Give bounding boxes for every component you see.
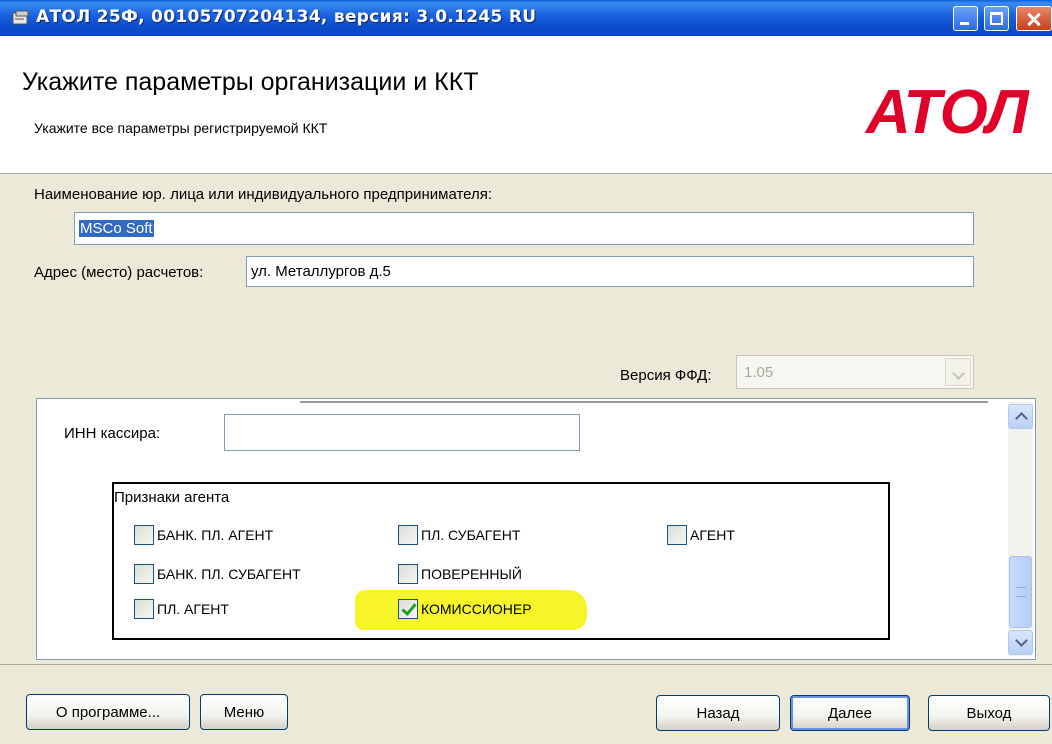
about-button[interactable]: О программе... (26, 694, 190, 730)
vertical-scrollbar[interactable] (1008, 402, 1033, 656)
divider (300, 401, 988, 403)
address-input[interactable]: ул. Металлургов д.5 (246, 256, 974, 287)
scrollbar-thumb[interactable] (1009, 556, 1032, 628)
checkbox-bank-pay-agent[interactable]: БАНК. ПЛ. АГЕНТ (134, 525, 273, 545)
checkbox-agent[interactable]: АГЕНТ (667, 525, 735, 545)
agent-group-title: Признаки агента (114, 489, 230, 506)
org-name-label: Наименование юр. лица или индивидуальног… (34, 186, 493, 203)
checkbox-label: ПОВЕРЕННЫЙ (421, 566, 522, 582)
footer-divider (0, 664, 1052, 665)
checkbox-box[interactable] (134, 599, 154, 619)
ffd-version-value: 1.05 (744, 363, 774, 381)
checkbox-box[interactable] (667, 525, 687, 545)
app-icon (12, 10, 29, 25)
checkbox-box[interactable] (398, 564, 418, 584)
cashier-inn-input[interactable] (224, 414, 580, 451)
checkbox-box[interactable] (134, 564, 154, 584)
page-title: Укажите параметры организации и ККТ (22, 68, 479, 96)
atol-logo: АТОЛ (866, 78, 1029, 147)
menu-button[interactable]: Меню (200, 694, 288, 730)
exit-button[interactable]: Выход (928, 695, 1050, 731)
maximize-button[interactable] (984, 6, 1009, 31)
checkbox-pay-agent[interactable]: ПЛ. АГЕНТ (134, 599, 229, 619)
org-name-input[interactable]: MSCo Soft (74, 212, 974, 245)
org-name-value: MSCo Soft (79, 220, 154, 237)
checkbox-attorney[interactable]: ПОВЕРЕННЫЙ (398, 564, 522, 584)
checkmark-icon[interactable] (398, 599, 418, 619)
ffd-version-select[interactable]: 1.05 (736, 355, 974, 389)
address-label: Адрес (место) расчетов: (34, 264, 204, 281)
checkbox-box[interactable] (398, 525, 418, 545)
close-button[interactable] (1016, 6, 1052, 31)
checkbox-label: БАНК. ПЛ. АГЕНТ (157, 527, 274, 543)
chevron-down-icon[interactable] (945, 358, 971, 386)
checkbox-box[interactable] (134, 525, 154, 545)
back-button[interactable]: Назад (656, 695, 780, 731)
scroll-up-icon[interactable] (1008, 404, 1033, 429)
minimize-button[interactable] (953, 6, 978, 31)
checkbox-bank-pay-subagent[interactable]: БАНК. ПЛ. СУБАГЕНТ (134, 564, 301, 584)
checkbox-label: ПЛ. АГЕНТ (157, 601, 229, 617)
ffd-version-label: Версия ФФД: (620, 367, 712, 384)
cashier-inn-label: ИНН кассира: (64, 425, 161, 442)
checkbox-label: БАНК. ПЛ. СУБАГЕНТ (157, 566, 301, 582)
scroll-down-icon[interactable] (1008, 630, 1033, 655)
window-title: АТОЛ 25Ф, 00105707204134, версия: 3.0.12… (36, 7, 537, 27)
checkbox-label: ПЛ. СУБАГЕНТ (421, 527, 521, 543)
checkbox-label: АГЕНТ (690, 527, 735, 543)
address-value: ул. Металлургов д.5 (251, 263, 391, 280)
checkbox-commission-agent[interactable]: КОМИССИОНЕР (398, 599, 532, 619)
checkbox-pay-subagent[interactable]: ПЛ. СУБАГЕНТ (398, 525, 520, 545)
next-button[interactable]: Далее (790, 695, 910, 731)
page-subtitle: Укажите все параметры регистрируемой ККТ (34, 120, 328, 136)
checkbox-label: КОМИССИОНЕР (421, 601, 532, 617)
wizard-header: Укажите параметры организации и ККТ Укаж… (0, 36, 1052, 174)
title-bar: АТОЛ 25Ф, 00105707204134, версия: 3.0.12… (0, 0, 1052, 36)
